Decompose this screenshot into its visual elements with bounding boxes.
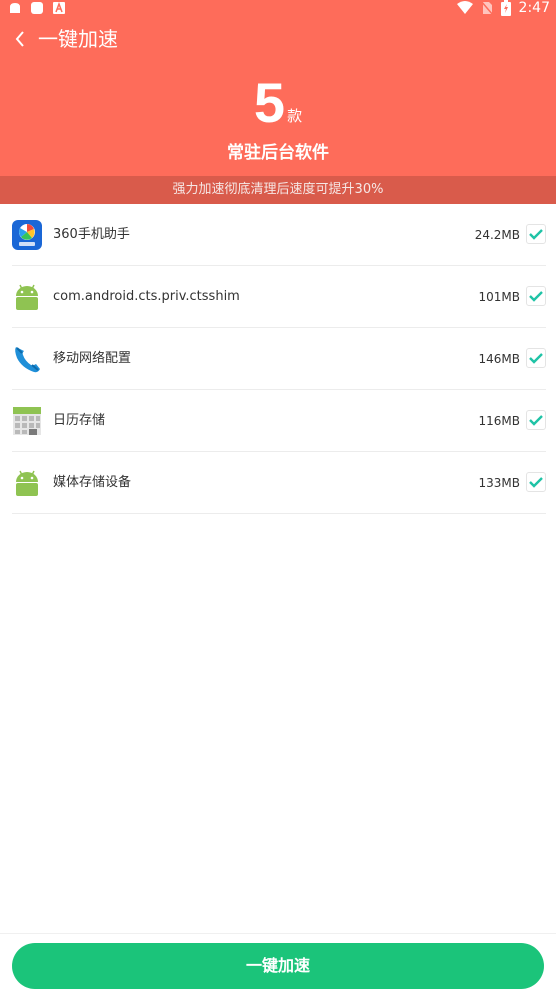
android-robot-icon	[12, 282, 42, 312]
select-checkbox[interactable]	[526, 224, 546, 244]
app-name: com.android.cts.priv.ctsshim	[53, 289, 240, 304]
phone-handset-icon	[12, 344, 42, 374]
header-subtitle: 常驻后台软件	[227, 143, 329, 163]
battery-charging-icon	[500, 0, 511, 16]
app-count: 5款	[0, 72, 556, 134]
one-click-speedup-button[interactable]: 一键加速	[12, 943, 544, 989]
app-size: 133MB	[478, 476, 521, 490]
status-bar: 2:47	[0, 0, 556, 18]
360-assistant-icon	[12, 220, 42, 250]
app-size: 146MB	[478, 352, 521, 366]
check-icon	[529, 353, 543, 364]
calendar-storage-icon	[12, 406, 42, 436]
title-bar: 一键加速	[0, 26, 556, 54]
check-icon	[529, 229, 543, 240]
select-checkbox[interactable]	[526, 286, 546, 306]
app-list: 360手机助手 24.2MB com.android.cts.priv.ctss…	[0, 204, 556, 514]
check-icon	[529, 291, 543, 302]
font-notification-icon	[53, 1, 65, 14]
check-icon	[529, 415, 543, 426]
android-notification-icon	[10, 3, 20, 13]
no-sim-icon	[480, 1, 493, 15]
select-checkbox[interactable]	[526, 348, 546, 368]
app-count-unit: 款	[287, 107, 303, 125]
bottom-divider	[0, 933, 556, 934]
chevron-left-icon	[15, 31, 24, 47]
app-notification-icon	[31, 2, 43, 14]
page-title: 一键加速	[38, 27, 118, 51]
app-size: 116MB	[478, 414, 521, 428]
list-item[interactable]: 移动网络配置 146MB	[12, 328, 546, 390]
check-icon	[529, 477, 543, 488]
app-name: 360手机助手	[53, 227, 130, 242]
select-checkbox[interactable]	[526, 472, 546, 492]
list-item[interactable]: 媒体存储设备 133MB	[12, 452, 546, 514]
app-size: 24.2MB	[474, 228, 520, 242]
clock-text: 2:47	[518, 0, 550, 16]
list-item[interactable]: 360手机助手 24.2MB	[12, 204, 546, 266]
app-count-number: 5	[253, 71, 286, 134]
select-checkbox[interactable]	[526, 410, 546, 430]
wifi-icon	[456, 1, 473, 14]
app-name: 移动网络配置	[53, 351, 132, 366]
android-robot-icon	[12, 468, 42, 498]
back-button[interactable]	[10, 28, 30, 50]
list-item[interactable]: 日历存储 116MB	[12, 390, 546, 452]
list-item[interactable]: com.android.cts.priv.ctsshim 101MB	[12, 266, 546, 328]
speedup-banner: 强力加速彻底清理后速度可提升30%	[0, 176, 556, 204]
app-size: 101MB	[478, 290, 521, 304]
app-name: 日历存储	[53, 413, 106, 428]
header: 2:47 一键加速 5款 常驻后台软件	[0, 0, 556, 176]
app-name: 媒体存储设备	[53, 475, 132, 490]
